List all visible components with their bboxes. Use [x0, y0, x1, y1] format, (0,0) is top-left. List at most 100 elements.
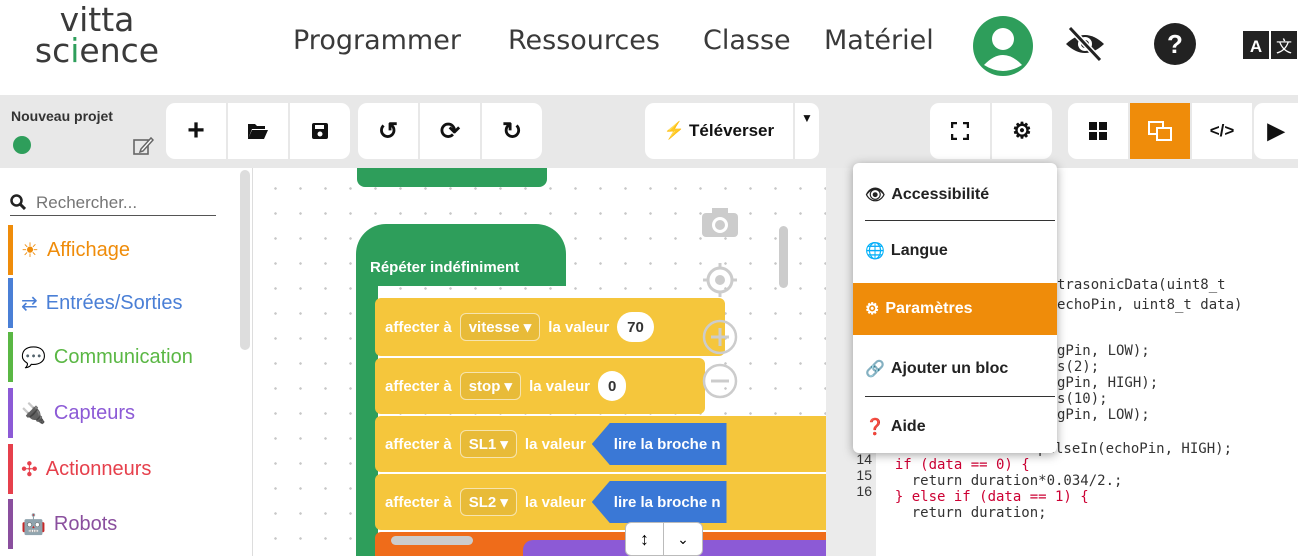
open-button[interactable]	[228, 103, 288, 159]
svg-text:?: ?	[1167, 29, 1183, 59]
vertical-resize-icon[interactable]: ↕	[626, 523, 665, 555]
fullscreen-icon	[951, 122, 969, 140]
variable-dropdown[interactable]: vitesse ▾	[459, 313, 541, 341]
number-input[interactable]: 0	[597, 371, 627, 401]
blocks-view-button[interactable]	[1068, 103, 1128, 159]
split-view-icon	[1148, 121, 1172, 141]
menu-divider	[865, 220, 1055, 221]
save-button[interactable]	[290, 103, 350, 159]
code-line: return duration*0.034/2.;	[878, 473, 1123, 489]
code-line: s(10);	[1057, 391, 1108, 407]
speech-bubble-icon: 💬	[21, 346, 46, 369]
caret-down-icon: ▼	[801, 111, 813, 125]
grid-icon	[1089, 122, 1107, 140]
split-view-button[interactable]	[1130, 103, 1190, 159]
menu-item-language[interactable]: 🌐 Langue	[853, 225, 1057, 277]
blockly-workspace[interactable]: Répéter indéfiniment affecter à vitesse …	[253, 168, 826, 556]
menu-item-settings[interactable]: ⚙ Paramètres	[853, 283, 1057, 335]
sun-icon: ☀	[21, 239, 39, 262]
nav-classe[interactable]: Classe	[703, 25, 791, 56]
nav-ressources[interactable]: Ressources	[508, 25, 660, 56]
code-line: gPin, LOW);	[1057, 407, 1150, 423]
plug-icon: 🔌	[21, 402, 46, 425]
code-line: echoPin, uint8_t data)	[1057, 297, 1243, 313]
resize-controls[interactable]: ↕ ⌄	[625, 522, 703, 556]
menu-item-help[interactable]: ❓ Aide	[853, 401, 1057, 453]
upload-button[interactable]: ⚡ Téléverser	[645, 103, 793, 159]
undo-icon: ↺	[377, 117, 399, 145]
variable-dropdown[interactable]: SL1 ▾	[459, 430, 517, 458]
svg-text:A: A	[1250, 37, 1262, 56]
code-line: s(2);	[1057, 359, 1100, 375]
robot-icon: 🤖	[21, 513, 46, 536]
variable-dropdown[interactable]: SL2 ▾	[459, 488, 517, 516]
previous-block[interactable]	[357, 168, 547, 187]
save-icon	[312, 123, 328, 139]
category-capteurs[interactable]: 🔌 Capteurs	[8, 388, 238, 438]
set-variable-block[interactable]: affecter à stop ▾ la valeur 0	[375, 358, 705, 414]
code-line: if (data == 0) {	[878, 457, 1030, 473]
nav-materiel[interactable]: Matériel	[824, 25, 934, 56]
translate-icon[interactable]: A 文	[1242, 28, 1298, 62]
number-input[interactable]: 70	[617, 312, 654, 342]
recenter-icon[interactable]	[703, 263, 737, 297]
forever-loop-block[interactable]: Répéter indéfiniment	[356, 224, 566, 286]
code-line: gPin, LOW);	[1057, 343, 1150, 359]
code-icon: </>	[1209, 121, 1235, 140]
read-pin-block[interactable]: lire la broche n	[591, 481, 727, 523]
nav-programmer[interactable]: Programmer	[293, 25, 461, 56]
block-search-input[interactable]	[10, 190, 216, 216]
category-actionneurs[interactable]: ✣ Actionneurs	[8, 444, 238, 494]
upload-dropdown-button[interactable]: ▼	[795, 103, 819, 159]
set-variable-block[interactable]: affecter à vitesse ▾ la valeur 70	[375, 298, 725, 356]
sidebar-scrollbar[interactable]	[240, 170, 250, 350]
new-project-button[interactable]: +	[166, 103, 226, 159]
project-status-dot	[13, 136, 31, 154]
redo-button[interactable]: ↻	[482, 103, 542, 159]
category-communication[interactable]: 💬 Communication	[8, 332, 238, 382]
set-variable-block[interactable]: affecter à SL1 ▾ la valeur lire la broch…	[375, 416, 826, 472]
accessibility-eye-icon[interactable]	[1062, 24, 1108, 64]
menu-item-add-block[interactable]: 🔗 Ajouter un bloc	[853, 343, 1057, 395]
top-header: vitta science Programmer Ressources Clas…	[0, 0, 1298, 95]
vittascience-logo[interactable]: vitta science	[22, 3, 172, 67]
link-icon: 🔗	[865, 361, 885, 378]
toolbar: Nouveau projet + ↺ ⟳ ↻ ⚡ Téléverser ▼ ⚙ <…	[0, 95, 1298, 168]
accessibility-eye-icon: 👁	[865, 187, 886, 204]
read-pin-block[interactable]: lire la broche n	[591, 423, 727, 465]
globe-icon: 🌐	[865, 243, 885, 260]
folder-open-icon	[248, 124, 268, 139]
workspace-vertical-scrollbar[interactable]	[779, 226, 788, 288]
simulator-button[interactable]: ▶	[1254, 103, 1298, 159]
settings-button[interactable]: ⚙	[992, 103, 1052, 159]
gear-icon: ⚙	[1012, 118, 1032, 143]
undo-button[interactable]: ↺	[358, 103, 418, 159]
redo-icon: ↻	[501, 117, 523, 145]
help-icon[interactable]: ?	[1153, 22, 1197, 66]
settings-dropdown-menu: 👁 Accessibilité 🌐 Langue ⚙ Paramètres 🔗 Ajou…	[853, 163, 1057, 453]
user-avatar-icon[interactable]	[972, 15, 1034, 77]
variable-dropdown[interactable]: stop ▾	[459, 372, 522, 400]
menu-item-accessibility[interactable]: 👁 Accessibilité	[853, 169, 1057, 221]
gear-icon: ⚙	[865, 301, 880, 318]
chevron-down-icon[interactable]: ⌄	[664, 523, 702, 555]
zoom-out-icon[interactable]	[702, 363, 738, 399]
workspace-horizontal-scrollbar[interactable]	[391, 536, 473, 545]
code-view-button[interactable]: </>	[1192, 103, 1252, 159]
bolt-icon: ⚡	[663, 121, 686, 140]
category-affichage[interactable]: ☀ Affichage	[8, 225, 238, 275]
zoom-in-icon[interactable]	[702, 319, 738, 355]
set-variable-block[interactable]: affecter à SL2 ▾ la valeur lire la broch…	[375, 474, 826, 530]
code-line: } else if (data == 1) {	[878, 489, 1089, 505]
play-icon: ▶	[1267, 118, 1285, 143]
menu-divider	[865, 396, 1055, 397]
svg-text:文: 文	[1276, 37, 1292, 56]
category-robots[interactable]: 🤖 Robots	[8, 499, 238, 549]
sync-button[interactable]: ⟳	[420, 103, 480, 159]
category-entrees-sorties[interactable]: ⇄ Entrées/Sorties	[8, 278, 238, 328]
camera-icon[interactable]	[700, 205, 740, 239]
fan-icon: ✣	[21, 458, 38, 481]
edit-icon[interactable]	[132, 135, 154, 157]
project-name[interactable]: Nouveau projet	[11, 108, 113, 124]
fullscreen-button[interactable]	[930, 103, 990, 159]
